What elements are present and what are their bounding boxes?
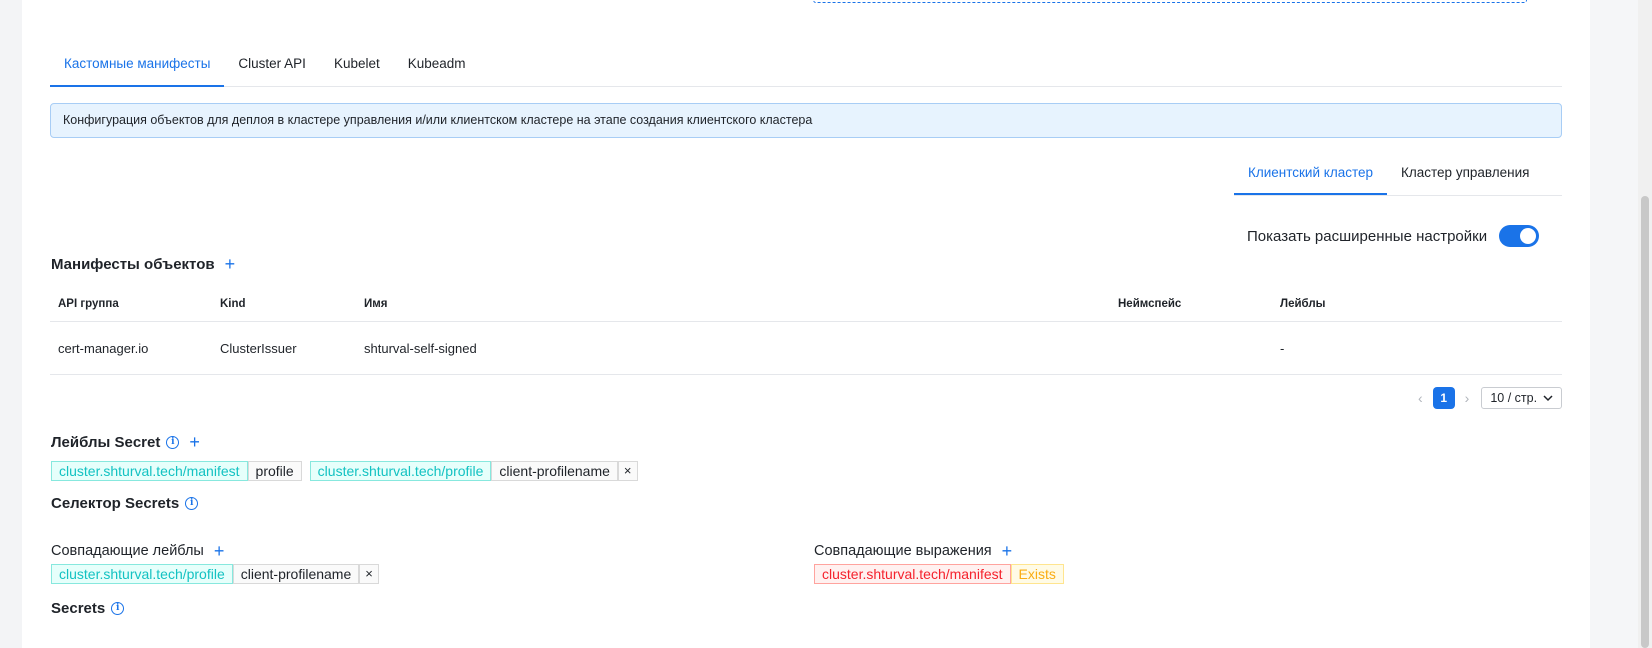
label-tag: cluster.shturval.tech/profile client-pro… [51,564,379,584]
advanced-settings-label: Показать расширенные настройки [1247,227,1488,245]
label-tag: cluster.shturval.tech/manifest profile [51,461,302,481]
tab-kubelet[interactable]: Kubelet [320,48,394,86]
tab-cluster-api[interactable]: Cluster API [224,48,320,86]
label-key: cluster.shturval.tech/manifest [51,461,248,481]
info-icon[interactable]: i [166,435,180,449]
plus-icon[interactable]: + [221,255,240,273]
selector-title: Селектор Secrets [51,495,180,512]
chevron-down-icon [1543,394,1553,401]
next-page-icon[interactable]: › [1465,390,1470,406]
label-value: profile [247,461,302,481]
pagination: ‹ 1 › 10 / стр. [1418,387,1563,409]
info-icon[interactable]: i [185,497,199,510]
cluster-subtabs: Клиентский кластер Кластер управления [1234,155,1562,196]
advanced-settings-switch[interactable] [1499,225,1540,247]
plus-icon[interactable]: + [998,542,1017,560]
expression-operator: Exists [1010,564,1064,584]
manifests-title: Манифесты объектов [51,255,215,273]
match-labels-title: Совпадающие лейблы [51,543,204,559]
match-labels-tags: cluster.shturval.tech/profile client-pro… [51,564,379,584]
label-key: cluster.shturval.tech/profile [51,564,233,584]
info-icon[interactable]: i [111,602,125,615]
col-kind: Kind [220,298,246,310]
page-size-select[interactable]: 10 / стр. [1481,387,1563,409]
col-namespace: Неймспейс [1118,298,1182,310]
prev-page-icon[interactable]: ‹ [1418,390,1423,406]
match-expressions-header: Совпадающие выражения + [814,542,1016,560]
cell-name: shturval-self-signed [364,340,477,356]
secret-labels-title: Лейблы Secret [51,433,161,451]
plus-icon[interactable]: + [185,433,204,451]
plus-icon[interactable]: + [210,542,229,560]
secrets-title: Secrets [51,600,106,617]
selector-header: Селектор Secrets i [51,495,199,512]
advanced-settings-toggle-row: Показать расширенные настройки [1247,225,1540,247]
col-labels: Лейблы [1280,298,1326,310]
tab-client-cluster[interactable]: Клиентский кластер [1234,155,1388,195]
info-banner: Конфигурация объектов для деплоя в класт… [50,103,1562,138]
switch-knob [1520,228,1537,244]
match-expressions-tags: cluster.shturval.tech/manifest Exists [814,564,1064,584]
scrollbar-thumb[interactable] [1641,196,1649,648]
label-value: client-profilename [232,564,360,584]
tab-custom-manifests[interactable]: Кастомные манифесты [50,48,225,87]
expression-tag: cluster.shturval.tech/manifest Exists [814,564,1064,584]
expression-key: cluster.shturval.tech/manifest [814,564,1011,584]
page-size-value: 10 / стр. [1490,391,1538,405]
col-api-group: API группа [58,298,119,310]
cell-labels: - [1280,340,1285,356]
tab-kubeadm[interactable]: Kubeadm [394,48,480,86]
close-icon[interactable]: × [617,461,638,481]
secrets-header: Secrets i [51,600,125,617]
cell-api-group: cert-manager.io [58,340,149,356]
match-expressions-title: Совпадающие выражения [814,543,992,559]
cell-kind: ClusterIssuer [220,340,297,356]
table-row[interactable]: cert-manager.io ClusterIssuer shturval-s… [50,322,1562,375]
manifests-header: Манифесты объектов + [51,255,239,273]
label-tag: cluster.shturval.tech/profile client-pro… [309,461,638,481]
secret-labels-tags: cluster.shturval.tech/manifest profile c… [51,461,638,481]
table-header: API группа Kind Имя Неймспейс Лейблы [50,287,1562,322]
col-name: Имя [364,298,388,310]
tab-management-cluster[interactable]: Кластер управления [1387,155,1543,194]
label-value: client-profilename [491,461,618,481]
close-icon[interactable]: × [359,564,379,584]
secret-labels-header: Лейблы Secret i + [51,433,204,451]
page-number[interactable]: 1 [1432,387,1455,409]
manifests-table: API группа Kind Имя Неймспейс Лейблы cer… [50,287,1562,375]
label-key: cluster.shturval.tech/profile [309,461,492,481]
config-tabs: Кастомные манифесты Cluster API Kubelet … [50,48,1562,87]
right-gutter [1590,0,1638,648]
upload-dropzone-edge[interactable] [813,0,1527,3]
match-labels-header: Совпадающие лейблы + [51,542,228,560]
